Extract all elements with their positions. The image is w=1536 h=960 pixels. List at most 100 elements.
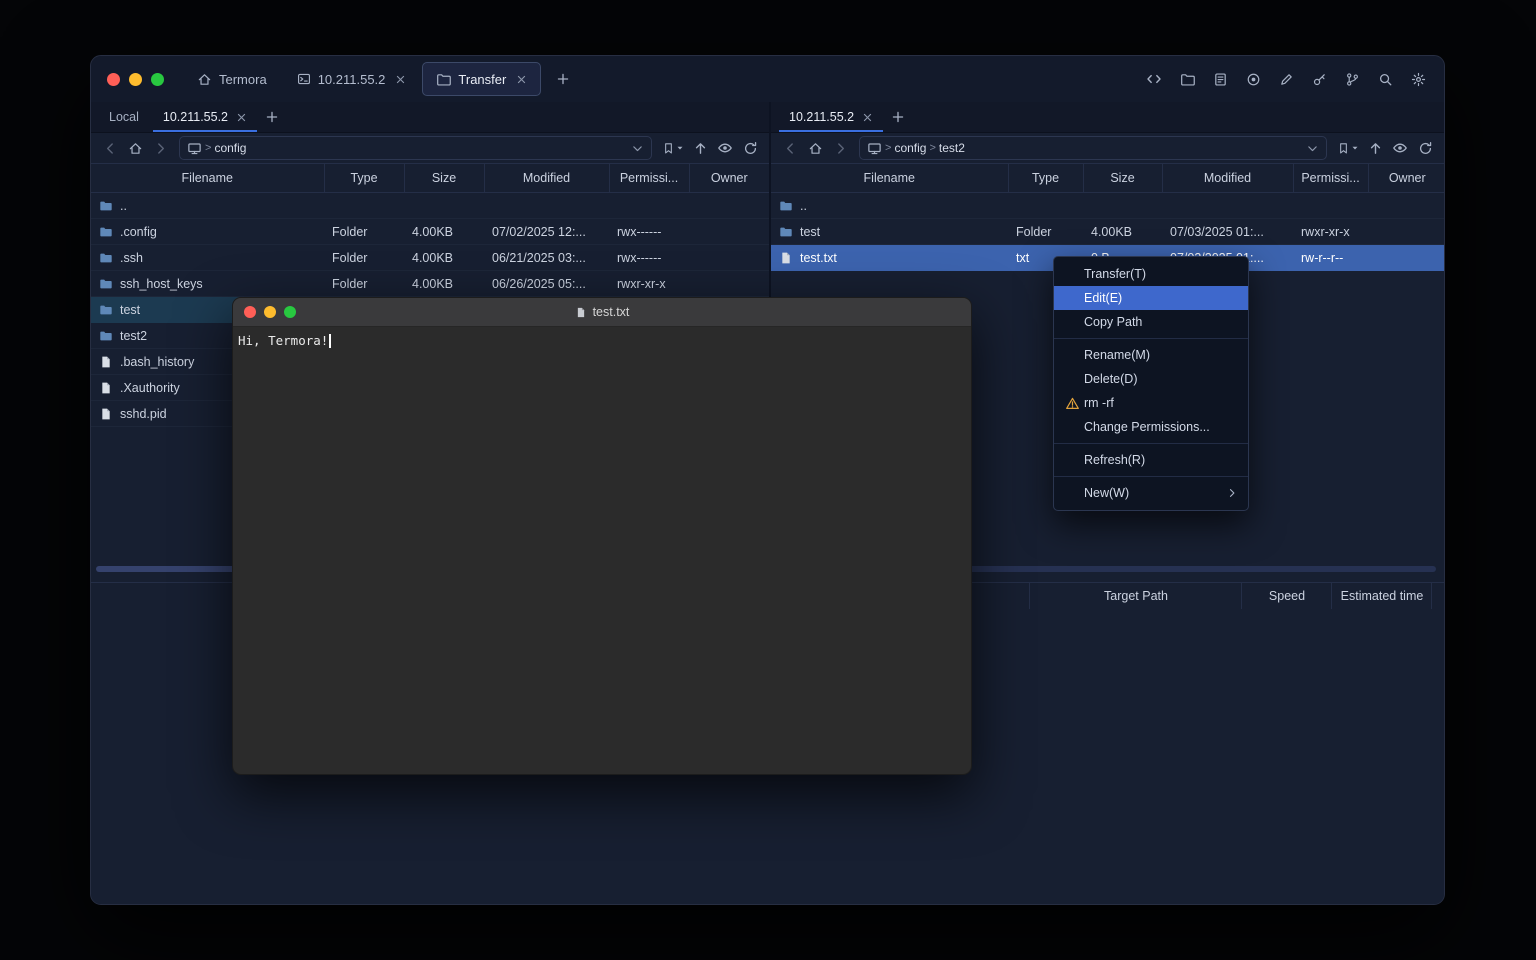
show-hidden-button[interactable]: [1389, 137, 1411, 159]
editor-minimize-button[interactable]: [264, 306, 276, 318]
breadcrumb-segment[interactable]: test2: [939, 141, 965, 155]
column-header-modified[interactable]: Modified: [1162, 164, 1293, 193]
column-header-modified[interactable]: Modified: [484, 164, 609, 193]
file-name: test2: [120, 329, 147, 343]
menu-item-delete-d[interactable]: Delete(D): [1054, 367, 1248, 391]
titlebar-tab-termora[interactable]: Termora: [183, 62, 281, 96]
left-pane-tabs: Local 10.211.55.2: [91, 102, 769, 133]
forward-button[interactable]: [829, 137, 851, 159]
home-icon: [197, 72, 212, 87]
notes-icon[interactable]: [1208, 67, 1232, 91]
refresh-button[interactable]: [1414, 137, 1436, 159]
close-window-button[interactable]: [107, 73, 120, 86]
record-icon[interactable]: [1241, 67, 1265, 91]
bookmark-button[interactable]: [1335, 137, 1361, 159]
editor-titlebar[interactable]: test.txt: [233, 298, 971, 327]
right-pane-tab-10-211-55-2[interactable]: 10.211.55.2: [777, 102, 885, 132]
search-icon[interactable]: [1373, 67, 1397, 91]
editor-title: test.txt: [233, 298, 971, 326]
left-pane-tab-local[interactable]: Local: [97, 102, 151, 132]
menu-item-change-permissions[interactable]: Change Permissions...: [1054, 415, 1248, 439]
forward-button[interactable]: [149, 137, 171, 159]
menu-item-new-w[interactable]: New(W): [1054, 481, 1248, 505]
file-row[interactable]: ..: [91, 193, 769, 219]
editor-close-button[interactable]: [244, 306, 256, 318]
close-tab-icon[interactable]: [862, 112, 873, 123]
file-row[interactable]: .sshFolder4.00KB06/21/2025 03:...rwx----…: [91, 245, 769, 271]
edit-icon[interactable]: [1274, 67, 1298, 91]
file-row[interactable]: ..: [771, 193, 1445, 219]
column-header-size[interactable]: Size: [404, 164, 484, 193]
column-header-filename[interactable]: Filename: [771, 164, 1008, 193]
home-button[interactable]: [124, 137, 146, 159]
close-tab-icon[interactable]: [516, 74, 527, 85]
file-name: .config: [120, 225, 157, 239]
titlebar-tab-10-211-55-2[interactable]: 10.211.55.2: [283, 62, 421, 96]
column-header-filename[interactable]: Filename: [91, 164, 324, 193]
column-header-estimated-time: Estimated time: [1331, 583, 1432, 609]
minimize-window-button[interactable]: [129, 73, 142, 86]
menu-item-refresh-r[interactable]: Refresh(R): [1054, 448, 1248, 472]
menu-item-edit-e[interactable]: Edit(E): [1054, 286, 1248, 310]
text-cursor: [329, 334, 331, 348]
right-pane-new-tab-button[interactable]: [885, 102, 911, 132]
column-header-owner[interactable]: Owner: [689, 164, 769, 193]
breadcrumb-segment[interactable]: config: [214, 141, 246, 155]
tab-label: 10.211.55.2: [163, 110, 228, 124]
folder-icon: [436, 72, 451, 87]
folder-icon: [99, 277, 113, 291]
zoom-window-button[interactable]: [151, 73, 164, 86]
folder-icon: [99, 329, 113, 343]
titlebar-tab-transfer[interactable]: Transfer: [422, 62, 541, 96]
key-icon[interactable]: [1307, 67, 1331, 91]
column-header-type[interactable]: Type: [1008, 164, 1083, 193]
go-up-button[interactable]: [689, 137, 711, 159]
go-up-button[interactable]: [1364, 137, 1386, 159]
menu-item-label: Edit(E): [1084, 291, 1122, 305]
chevron-down-icon[interactable]: [631, 142, 644, 155]
menu-item-copy-path[interactable]: Copy Path: [1054, 310, 1248, 334]
close-tab-icon[interactable]: [236, 112, 247, 123]
context-menu: Transfer(T) Edit(E) Copy Path Rename(M)Dele…: [1053, 256, 1249, 511]
titlebar-actions: [1142, 67, 1444, 91]
column-header-permissi[interactable]: Permissi...: [1293, 164, 1368, 193]
home-button[interactable]: [804, 137, 826, 159]
column-header-permissi[interactable]: Permissi...: [609, 164, 689, 193]
file-row[interactable]: .configFolder4.00KB07/02/2025 12:...rwx-…: [91, 219, 769, 245]
folder-icon[interactable]: [1175, 67, 1199, 91]
bookmark-button[interactable]: [660, 137, 686, 159]
menu-item-rm-rf[interactable]: rm -rf: [1054, 391, 1248, 415]
file-icon: [99, 407, 113, 421]
file-row[interactable]: testFolder4.00KB07/03/2025 01:...rwxr-xr…: [771, 219, 1445, 245]
left-pane-new-tab-button[interactable]: [259, 102, 285, 132]
menu-item-rename-m[interactable]: Rename(M): [1054, 343, 1248, 367]
terminal-icon: [297, 72, 311, 86]
refresh-button[interactable]: [739, 137, 761, 159]
chevron-down-icon[interactable]: [1306, 142, 1319, 155]
column-header-type[interactable]: Type: [324, 164, 404, 193]
left-path-bar[interactable]: >config: [179, 136, 652, 160]
breadcrumb-segment[interactable]: config: [894, 141, 926, 155]
left-pane-tab-10-211-55-2[interactable]: 10.211.55.2: [151, 102, 259, 132]
new-tab-button[interactable]: [550, 66, 576, 92]
file-name: ..: [800, 199, 807, 213]
editor-text-area[interactable]: Hi, Termora!: [233, 327, 971, 354]
back-button[interactable]: [779, 137, 801, 159]
close-tab-icon[interactable]: [395, 74, 406, 85]
folder-icon: [779, 225, 793, 239]
right-path-bar[interactable]: >config>test2: [859, 136, 1327, 160]
file-name: test.txt: [800, 251, 837, 265]
breadcrumb-separator: >: [929, 142, 935, 154]
back-button[interactable]: [99, 137, 121, 159]
column-header-owner[interactable]: Owner: [1368, 164, 1445, 193]
titlebar: Termora10.211.55.2Transfer: [91, 56, 1444, 103]
branch-icon[interactable]: [1340, 67, 1364, 91]
column-header-size[interactable]: Size: [1083, 164, 1162, 193]
settings-icon[interactable]: [1406, 67, 1430, 91]
bookmark-icon: [1337, 142, 1350, 155]
editor-zoom-button[interactable]: [284, 306, 296, 318]
show-hidden-button[interactable]: [714, 137, 736, 159]
file-row[interactable]: ssh_host_keysFolder4.00KB06/26/2025 05:.…: [91, 271, 769, 297]
code-icon[interactable]: [1142, 67, 1166, 91]
menu-item-transfer-t[interactable]: Transfer(T): [1054, 262, 1248, 286]
